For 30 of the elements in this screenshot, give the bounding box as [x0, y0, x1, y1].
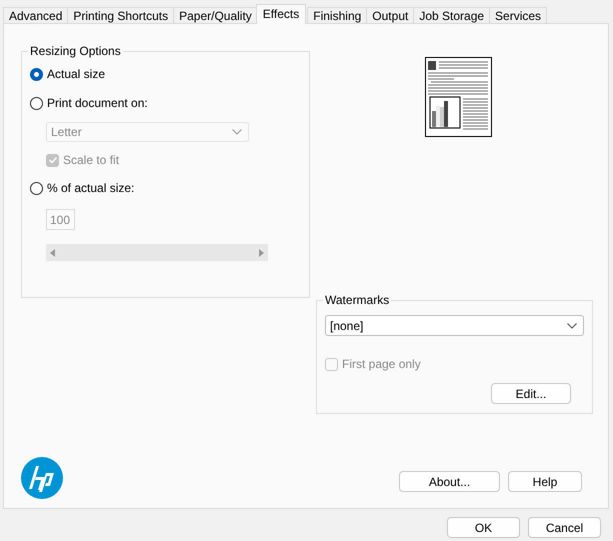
tab[interactable]: Job Storage — [413, 7, 490, 24]
logo-icon — [21, 457, 63, 499]
radio-button[interactable] — [30, 182, 43, 194]
checkbox-label: First page only — [342, 357, 421, 371]
chevron-icon — [567, 322, 577, 328]
watermark-dropdown[interactable]: [none] — [325, 315, 584, 336]
dialog-button[interactable]: Help — [508, 471, 582, 492]
radio-button[interactable] — [30, 68, 43, 80]
radio-label: Actual size — [47, 67, 106, 81]
checkbox-label: Scale to fit — [63, 153, 120, 167]
radio-button[interactable] — [30, 96, 43, 110]
tab[interactable]: Paper/Quality — [173, 7, 258, 24]
tab[interactable]: Output — [366, 7, 414, 24]
tab[interactable]: Finishing — [307, 7, 368, 24]
dialog-button[interactable]: Cancel — [528, 517, 601, 538]
radio-label: % of actual size: — [47, 181, 134, 195]
edit-button[interactable]: Edit... — [491, 383, 571, 404]
tab[interactable]: Advanced — [3, 7, 68, 24]
scroll-left-icon[interactable] — [50, 248, 56, 256]
scrollbar[interactable] — [46, 244, 268, 261]
tab[interactable]: Printing Shortcuts — [67, 7, 174, 24]
dialog-button[interactable]: About... — [399, 471, 500, 492]
tab[interactable]: Services — [489, 7, 548, 24]
radio-label: Print document on: — [47, 96, 148, 110]
chevron-icon — [232, 129, 242, 135]
group-title: Watermarks — [323, 293, 392, 307]
tab[interactable]: Effects — [256, 4, 306, 24]
group-title: Resizing Options — [28, 44, 123, 58]
dialog-button[interactable]: OK — [447, 517, 520, 538]
scroll-right-icon[interactable] — [258, 248, 264, 256]
